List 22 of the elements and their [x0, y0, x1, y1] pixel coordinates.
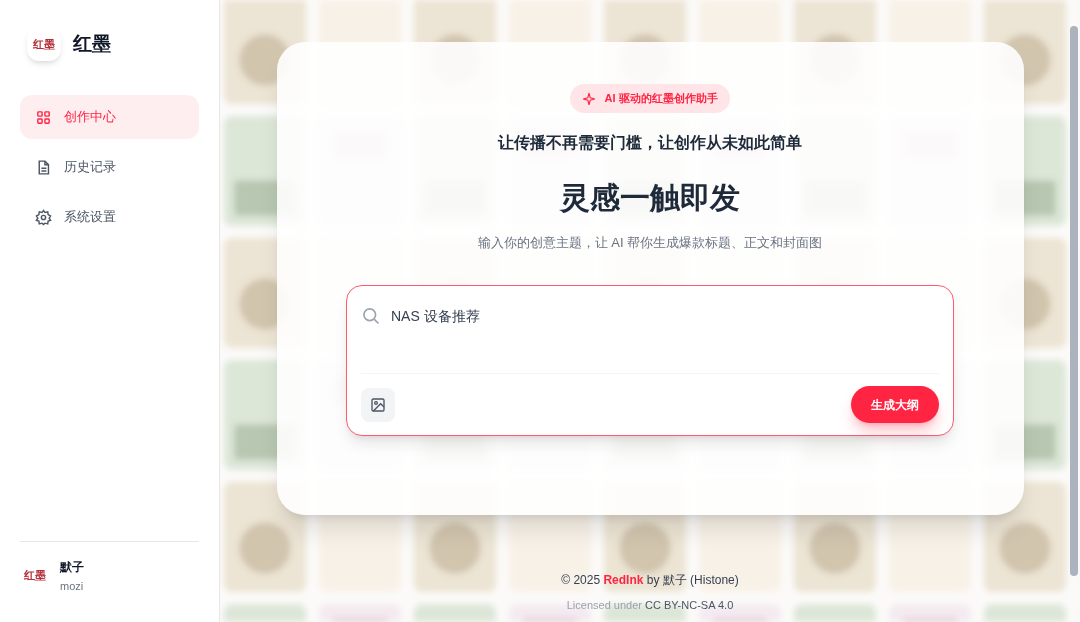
gear-icon	[35, 208, 52, 226]
grid-icon	[35, 108, 52, 126]
hero-subtitle: 输入你的创意主题，让 AI 帮你生成爆款标题、正文和封面图	[477, 233, 823, 252]
sparkle-icon	[582, 91, 597, 106]
license-text: Licensed under CC BY-NC-SA 4.0	[566, 598, 734, 613]
topic-input[interactable]: NAS 设备推荐	[391, 306, 939, 327]
user-handle: mozi	[60, 578, 84, 594]
app-logo: 红墨	[27, 27, 61, 61]
generate-outline-button[interactable]: 生成大纲	[851, 386, 939, 423]
hero-title: 灵感一触即发	[560, 180, 740, 216]
image-icon	[370, 396, 386, 413]
ai-badge: AI 驱动的红墨创作助手	[570, 84, 730, 113]
scrollbar[interactable]	[1070, 26, 1078, 576]
app-name: 红墨	[73, 31, 111, 56]
nav-item[interactable]: 历史记录	[20, 145, 199, 189]
user-avatar: 红墨	[24, 570, 47, 582]
user-name: 默子	[60, 558, 84, 576]
image-upload-button[interactable]	[361, 387, 395, 422]
tagline: 让传播不再需要门槛，让创作从未如此简单	[498, 133, 802, 153]
search-icon	[361, 306, 381, 326]
copyright-text: © 2025 RedInk by 默子 (Histone)	[561, 572, 739, 589]
nav-item[interactable]: 系统设置	[20, 195, 199, 239]
